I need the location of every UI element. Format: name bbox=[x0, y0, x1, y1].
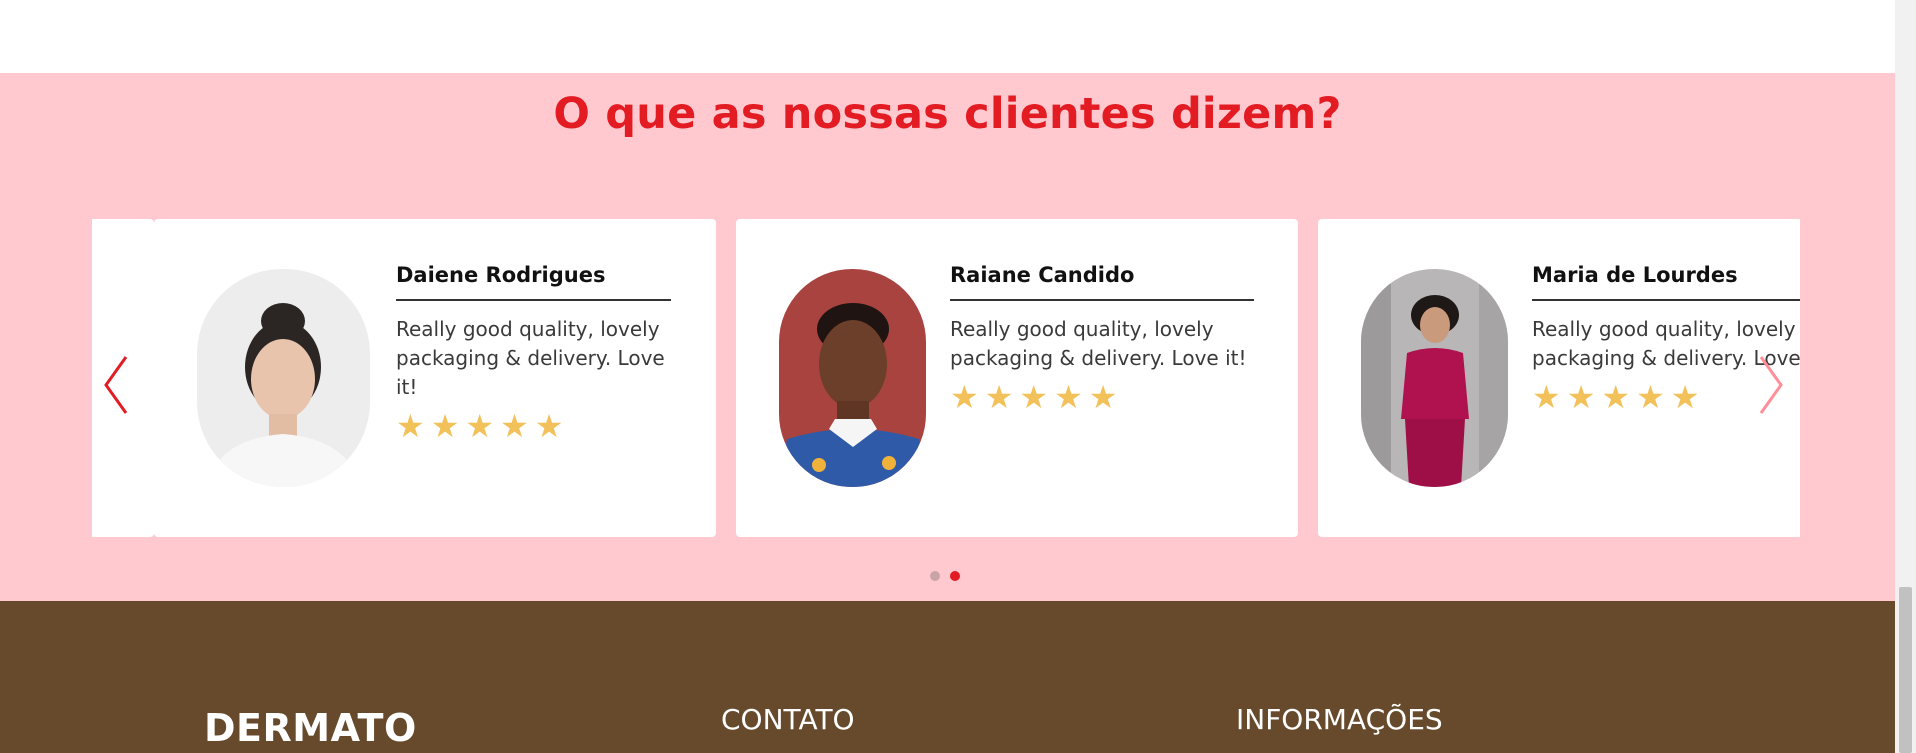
chevron-left-icon bbox=[104, 356, 128, 414]
avatar bbox=[1361, 269, 1508, 487]
reviewer-name: Maria de Lourdes bbox=[1532, 263, 1800, 301]
testimonial-card: Raiane Candido Really good quality, love… bbox=[736, 219, 1298, 537]
avatar-photo bbox=[779, 269, 926, 487]
carousel-pagination bbox=[930, 571, 960, 581]
carousel-next-button[interactable] bbox=[1749, 353, 1793, 417]
reviewer-name: Daiene Rodrigues bbox=[396, 263, 671, 301]
footer-info-heading: INFORMAÇÕES bbox=[1236, 703, 1443, 736]
scrollbar-thumb[interactable] bbox=[1899, 587, 1912, 753]
review-text: Really good quality, lovely packaging & … bbox=[396, 317, 665, 399]
testimonials-carousel: Daiene Rodrigues Really good quality, lo… bbox=[92, 219, 1800, 537]
review-text: Really good quality, lovely packaging & … bbox=[950, 317, 1247, 370]
reviewer-name: Raiane Candido bbox=[950, 263, 1254, 301]
avatar bbox=[779, 269, 926, 487]
testimonial-card: Daiene Rodrigues Really good quality, lo… bbox=[154, 219, 716, 537]
chevron-right-icon bbox=[1759, 356, 1783, 414]
avatar-photo bbox=[197, 269, 370, 487]
testimonial-card: Maria de Lourdes Really good quality, lo… bbox=[1318, 219, 1800, 537]
page-top-area bbox=[0, 0, 1895, 73]
testimonials-section: O que as nossas clientes dizem? Daiene R… bbox=[0, 73, 1895, 601]
avatar-photo bbox=[1361, 269, 1508, 487]
pagination-dot-active[interactable] bbox=[950, 571, 960, 581]
avatar bbox=[197, 269, 370, 487]
star-rating: ★★★★★ bbox=[950, 378, 1124, 416]
footer: DERMATO CONTATO INFORMAÇÕES bbox=[0, 601, 1895, 753]
scrollbar[interactable] bbox=[1895, 0, 1916, 753]
pagination-dot[interactable] bbox=[930, 571, 940, 581]
star-rating: ★★★★★ bbox=[396, 407, 570, 445]
carousel-prev-button[interactable] bbox=[96, 353, 140, 417]
footer-brand: DERMATO bbox=[204, 706, 417, 750]
footer-contact-heading: CONTATO bbox=[721, 703, 855, 736]
section-title: O que as nossas clientes dizem? bbox=[553, 89, 1342, 139]
